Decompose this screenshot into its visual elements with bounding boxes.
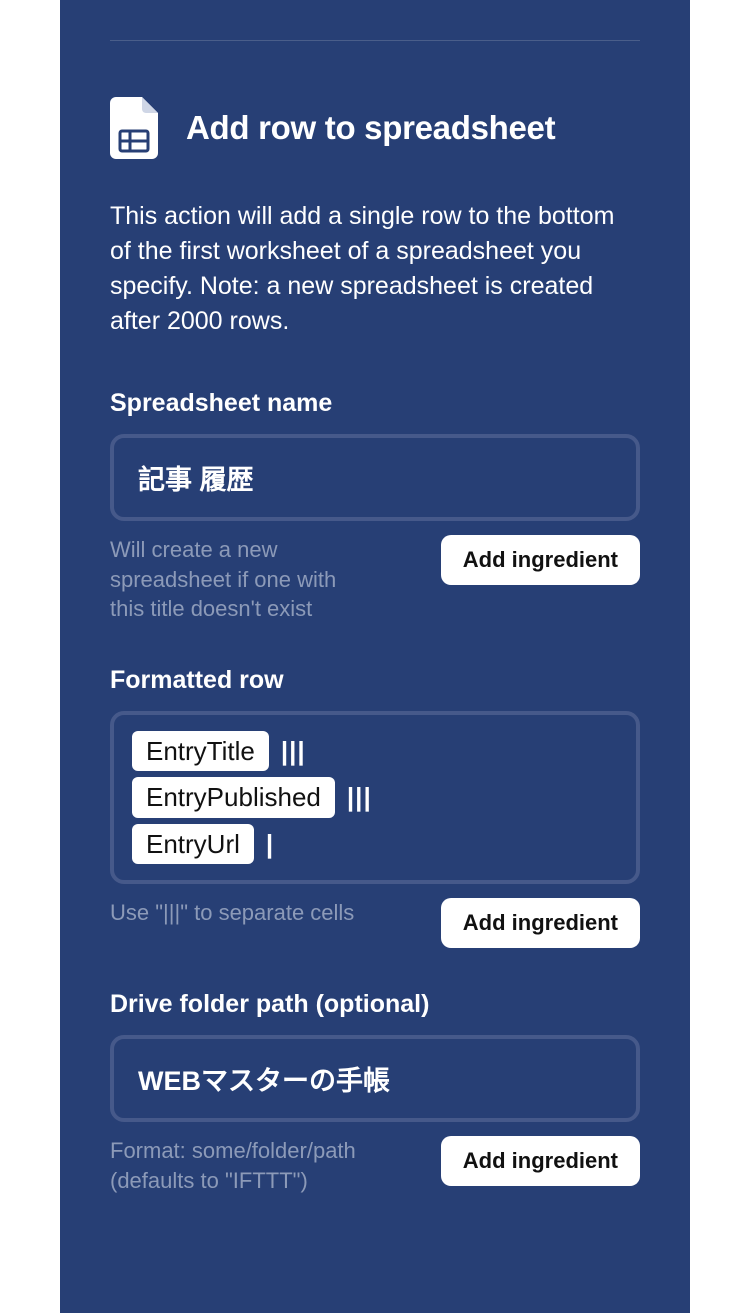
field-formatted-row: Formatted row EntryTitle ||| EntryPublis… [110,666,640,948]
ingredient-token[interactable]: EntryUrl [132,824,254,864]
add-ingredient-button[interactable]: Add ingredient [441,535,640,585]
divider [110,40,640,41]
spreadsheet-icon [110,97,158,159]
token-row: EntryUrl | [132,824,274,864]
cell-separator: | [266,829,274,860]
spreadsheet-name-input[interactable]: 記事 履歴 [110,434,640,521]
field-label: Spreadsheet name [110,389,640,418]
action-panel: Add row to spreadsheet This action will … [60,0,690,1313]
field-footer: Use "|||" to separate cells Add ingredie… [110,898,640,948]
action-description: This action will add a single row to the… [110,199,640,339]
token-row: EntryTitle ||| [132,731,306,771]
ingredient-token[interactable]: EntryPublished [132,777,335,817]
header: Add row to spreadsheet [110,97,640,159]
token-row: EntryPublished ||| [132,777,372,817]
cell-separator: ||| [281,736,306,767]
field-footer: Will create a new spreadsheet if one wit… [110,535,640,624]
ingredient-token[interactable]: EntryTitle [132,731,269,771]
action-title: Add row to spreadsheet [186,109,555,147]
field-value: 記事 履歴 [138,458,254,497]
cell-separator: ||| [347,782,372,813]
formatted-row-input[interactable]: EntryTitle ||| EntryPublished ||| EntryU… [110,711,640,884]
field-hint: Format: some/folder/path (defaults to "I… [110,1136,360,1195]
field-hint: Will create a new spreadsheet if one wit… [110,535,360,624]
field-spreadsheet-name: Spreadsheet name 記事 履歴 Will create a new… [110,389,640,624]
drive-folder-path-input[interactable]: WEBマスターの手帳 [110,1035,640,1122]
field-value: WEBマスターの手帳 [138,1059,390,1098]
add-ingredient-button[interactable]: Add ingredient [441,1136,640,1186]
field-hint: Use "|||" to separate cells [110,898,360,928]
field-label: Formatted row [110,666,640,695]
field-drive-folder-path: Drive folder path (optional) WEBマスターの手帳 … [110,990,640,1195]
field-footer: Format: some/folder/path (defaults to "I… [110,1136,640,1195]
field-label: Drive folder path (optional) [110,990,640,1019]
add-ingredient-button[interactable]: Add ingredient [441,898,640,948]
